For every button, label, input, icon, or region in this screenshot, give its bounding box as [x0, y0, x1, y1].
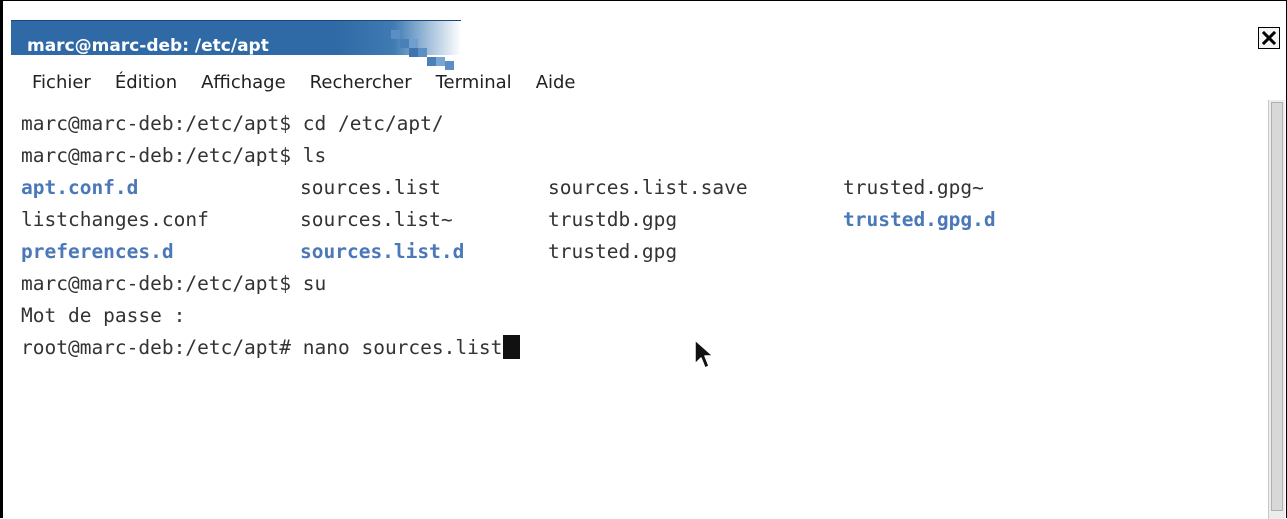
title-bar[interactable]: marc@marc-deb: /etc/apt	[6, 9, 1286, 70]
ls-entry-file: trusted.gpg	[548, 240, 678, 263]
ls-entry-file: sources.list~	[300, 208, 453, 231]
menu-aide[interactable]: Aide	[536, 72, 576, 93]
ls-row: apt.conf.d sources.list sources.list.sav…	[21, 172, 1269, 204]
ls-row: listchanges.conf sources.list~ trustdb.g…	[21, 204, 1269, 236]
menu-fichier[interactable]: Fichier	[32, 72, 91, 93]
terminal-line: marc@marc-deb:/etc/apt$ ls	[21, 144, 327, 167]
terminal-line: marc@marc-deb:/etc/apt$ cd /etc/apt/	[21, 112, 444, 135]
title-tab[interactable]: marc@marc-deb: /etc/apt	[11, 20, 461, 70]
ls-entry-file: trustdb.gpg	[548, 208, 678, 231]
terminal-line: Mot de passe :	[21, 304, 186, 327]
ls-row: preferences.d sources.list.d trusted.gpg	[21, 236, 1269, 268]
ls-entry-directory: trusted.gpg.d	[843, 208, 996, 231]
menu-terminal[interactable]: Terminal	[436, 72, 512, 93]
terminal-window: marc@marc-deb: /etc/apt Fichier Édition …	[0, 0, 1287, 519]
menu-bar: Fichier Édition Affichage Rechercher Ter…	[6, 64, 1286, 100]
scrollbar-thumb[interactable]	[1271, 102, 1283, 511]
menu-edition[interactable]: Édition	[115, 72, 177, 93]
close-button[interactable]	[1258, 27, 1280, 49]
close-icon	[1262, 31, 1276, 45]
window-title: marc@marc-deb: /etc/apt	[27, 36, 269, 56]
ls-entry-file: sources.list.save	[548, 176, 748, 199]
current-command: root@marc-deb:/etc/apt# nano sources.lis…	[21, 336, 503, 359]
ls-entry-file: listchanges.conf	[21, 208, 209, 231]
terminal-output[interactable]: marc@marc-deb:/etc/apt$ cd /etc/apt/ mar…	[21, 108, 1269, 519]
terminal-line: marc@marc-deb:/etc/apt$ su	[21, 272, 327, 295]
ls-entry-directory: apt.conf.d	[21, 176, 139, 199]
vertical-scrollbar[interactable]	[1268, 100, 1285, 519]
ls-entry-directory: sources.list.d	[300, 240, 465, 263]
ls-entry-file: trusted.gpg~	[843, 176, 984, 199]
menu-rechercher[interactable]: Rechercher	[310, 72, 412, 93]
mouse-pointer-icon	[694, 339, 714, 369]
ls-entry-directory: preferences.d	[21, 240, 174, 263]
ls-entry-file: sources.list	[300, 176, 441, 199]
terminal-prompt-line: root@marc-deb:/etc/apt# nano sources.lis…	[21, 332, 1269, 364]
text-cursor	[503, 334, 521, 359]
menu-affichage[interactable]: Affichage	[201, 72, 286, 93]
